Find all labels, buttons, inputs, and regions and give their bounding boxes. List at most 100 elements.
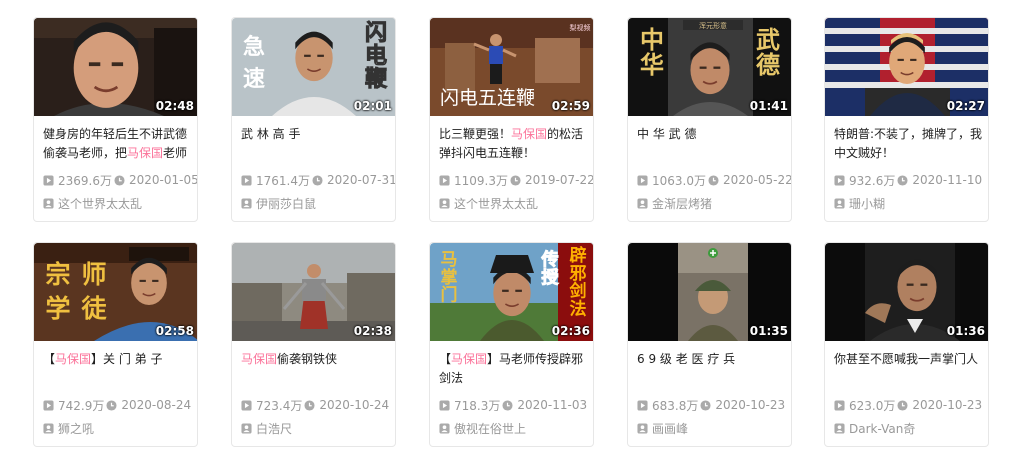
svg-text:宗: 宗	[45, 260, 70, 289]
title-text: 6 9 级 老 医 疗 兵	[637, 352, 736, 366]
uploader-name: 画画峰	[652, 421, 689, 436]
video-card[interactable]: 02:27 特朗普:不装了，摊牌了，我中文贼好！ 932.6万 2020-11-…	[824, 17, 989, 222]
uploader[interactable]: Dark-Van奇	[834, 421, 984, 435]
publish-date: 2019-07-22	[525, 173, 594, 187]
user-icon	[834, 197, 845, 209]
uploader[interactable]: 傲视在俗世上	[439, 421, 589, 435]
svg-text:浑元形意: 浑元形意	[699, 21, 727, 30]
video-thumbnail[interactable]: 01:36	[825, 243, 988, 341]
video-title[interactable]: 中 华 武 德	[637, 125, 787, 163]
title-text: 中 华 武 德	[637, 127, 697, 141]
video-duration: 02:48	[155, 99, 194, 113]
uploader-name: 金渐层烤猪	[652, 196, 713, 211]
title-keyword-highlight: 马保国	[55, 352, 92, 366]
title-text: 特朗普:不装了，摊牌了，我中文贼好！	[834, 127, 983, 160]
svg-text:德: 德	[756, 51, 780, 79]
svg-text:速: 速	[243, 66, 265, 92]
video-stats: 1109.3万 2019-07-22	[439, 173, 594, 188]
play-count-icon	[241, 399, 252, 411]
play-count-icon	[241, 174, 252, 186]
video-thumbnail[interactable]: 宗 师 学 徒 02:58	[34, 243, 197, 341]
video-title[interactable]: 特朗普:不装了，摊牌了，我中文贼好！	[834, 125, 984, 163]
video-duration: 02:58	[155, 324, 194, 338]
clock-icon	[106, 399, 117, 411]
clock-icon	[502, 399, 513, 411]
video-thumbnail[interactable]: 马掌门 传授 辟邪剑法 02:36	[430, 243, 593, 341]
video-thumbnail[interactable]: 02:48	[34, 18, 197, 116]
play-count-icon	[439, 174, 450, 186]
view-count: 742.9万	[58, 398, 105, 413]
uploader-name: 白浩尺	[256, 421, 293, 436]
view-count: 1109.3万	[454, 173, 508, 188]
play-count-icon	[439, 399, 450, 411]
video-title[interactable]: 比三鞭更强！马保国的松活弹抖闪电五连鞭！	[439, 125, 589, 163]
title-keyword-highlight: 马保国	[127, 146, 164, 160]
publish-date: 2020-11-10	[912, 173, 983, 187]
user-icon	[43, 197, 54, 209]
uploader[interactable]: 白浩尺	[241, 421, 391, 435]
clock-icon	[304, 399, 315, 411]
video-card[interactable]: 急 速 闪电鞭 02:01 武 林 高 手 1761.4万 2020-07-31…	[231, 17, 396, 222]
svg-text:辟: 辟	[569, 245, 587, 266]
title-keyword-highlight: 马保国	[451, 352, 488, 366]
video-title[interactable]: 武 林 高 手	[241, 125, 391, 163]
video-card[interactable]: 02:38 马保国偷袭钢铁侠 723.4万 2020-10-24 白浩尺	[231, 242, 396, 447]
video-card[interactable]: 02:48 健身房的年轻后生不讲武德偷袭马老师，把马保国老师 2369.6万 2…	[33, 17, 198, 222]
video-thumbnail[interactable]: 梨视频 闪电五连鞭 02:59	[430, 18, 593, 116]
view-count: 2369.6万	[58, 173, 112, 188]
video-card[interactable]: 马掌门 传授 辟邪剑法 02:36 【马保国】马老师传授辟邪剑法 718.3万 …	[429, 242, 594, 447]
video-title[interactable]: 6 9 级 老 医 疗 兵	[637, 350, 787, 388]
video-stats: 723.4万 2020-10-24	[241, 398, 395, 413]
uploader-name: 珊小糊	[849, 196, 886, 211]
play-count-icon	[637, 399, 648, 411]
video-duration: 02:01	[353, 99, 392, 113]
video-title[interactable]: 【马保国】马老师传授辟邪剑法	[439, 350, 589, 388]
svg-text:学: 学	[45, 294, 70, 323]
publish-date: 2020-05-22	[723, 173, 792, 187]
uploader[interactable]: 伊丽莎白鼠	[241, 196, 391, 210]
svg-text:掌: 掌	[441, 267, 458, 288]
title-text: 【	[439, 352, 452, 366]
svg-text:中: 中	[640, 26, 664, 54]
title-text: 比三鞭更强！	[439, 127, 512, 141]
video-title[interactable]: 【马保国】关 门 弟 子	[43, 350, 193, 388]
user-icon	[637, 197, 648, 209]
video-stats: 1063.0万 2020-05-22	[637, 173, 792, 188]
play-count-icon	[43, 399, 54, 411]
uploader[interactable]: 这个世界太太乱	[43, 196, 193, 210]
video-thumbnail[interactable]: 01:35	[628, 243, 791, 341]
video-thumbnail[interactable]: 02:27	[825, 18, 988, 116]
video-card[interactable]: 梨视频 闪电五连鞭 02:59 比三鞭更强！马保国的松活弹抖闪电五连鞭！ 110…	[429, 17, 594, 222]
video-thumbnail[interactable]: 急 速 闪电鞭 02:01	[232, 18, 395, 116]
uploader-name: 伊丽莎白鼠	[256, 196, 317, 211]
video-duration: 02:36	[551, 324, 590, 338]
uploader[interactable]: 珊小糊	[834, 196, 984, 210]
video-thumbnail[interactable]: 02:38	[232, 243, 395, 341]
uploader[interactable]: 金渐层烤猪	[637, 196, 787, 210]
video-title[interactable]: 马保国偷袭钢铁侠	[241, 350, 391, 388]
video-card[interactable]: 01:36 你甚至不愿喊我一声掌门人 623.0万 2020-10-23 Dar…	[824, 242, 989, 447]
video-title[interactable]: 你甚至不愿喊我一声掌门人	[834, 350, 984, 388]
clock-icon	[897, 174, 908, 186]
clock-icon	[510, 174, 521, 186]
video-card[interactable]: 01:35 6 9 级 老 医 疗 兵 683.8万 2020-10-23 画画…	[627, 242, 792, 447]
view-count: 1761.4万	[256, 173, 310, 188]
video-title[interactable]: 健身房的年轻后生不讲武德偷袭马老师，把马保国老师	[43, 125, 193, 163]
uploader[interactable]: 狮之吼	[43, 421, 193, 435]
user-icon	[241, 197, 252, 209]
video-duration: 02:59	[551, 99, 590, 113]
title-text: 】关 门 弟 子	[91, 352, 163, 366]
view-count: 723.4万	[256, 398, 303, 413]
video-card[interactable]: 宗 师 学 徒 02:58 【马保国】关 门 弟 子 742.9万 2020-0…	[33, 242, 198, 447]
svg-text:鞭: 鞭	[365, 67, 388, 92]
svg-text:闪: 闪	[365, 21, 387, 46]
svg-text:华: 华	[640, 51, 664, 79]
user-icon	[439, 197, 450, 209]
play-count-icon	[834, 174, 845, 186]
uploader[interactable]: 画画峰	[637, 421, 787, 435]
video-duration: 01:41	[749, 99, 788, 113]
uploader[interactable]: 这个世界太太乱	[439, 196, 589, 210]
view-count: 718.3万	[454, 398, 501, 413]
video-card[interactable]: 浑元形意 中华 武德 01:41 中 华 武 德 1063.0万 2020-05…	[627, 17, 792, 222]
video-thumbnail[interactable]: 浑元形意 中华 武德 01:41	[628, 18, 791, 116]
